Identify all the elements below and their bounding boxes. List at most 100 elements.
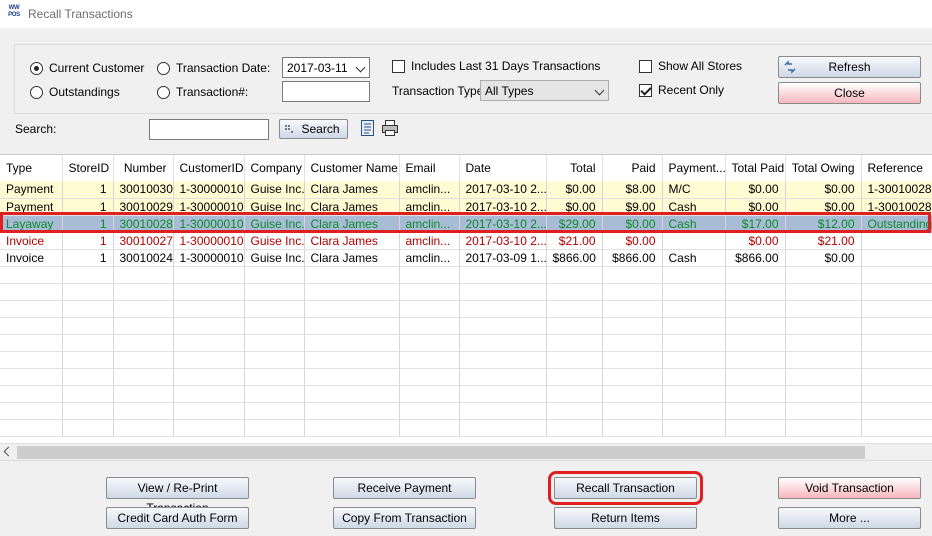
table-cell: amclin... bbox=[399, 232, 460, 250]
search-button[interactable]: Search bbox=[279, 119, 348, 139]
scroll-left-icon[interactable] bbox=[3, 446, 14, 457]
transaction-number-input[interactable] bbox=[282, 81, 370, 102]
refresh-button[interactable]: Refresh bbox=[778, 56, 921, 78]
empty-cell bbox=[173, 317, 245, 335]
column-header[interactable]: Paid bbox=[602, 155, 663, 181]
more-button[interactable]: More ... bbox=[778, 507, 921, 529]
radio-transaction-date[interactable]: Transaction Date: bbox=[157, 61, 270, 75]
empty-cell bbox=[662, 419, 726, 437]
table-row[interactable]: Payment 1 30010030 1-30000010 Guise Inc. Clar… bbox=[0, 181, 932, 199]
column-header[interactable]: Date bbox=[459, 155, 547, 181]
table-row[interactable]: Layaway 1 30010028 1-30000010 Guise Inc. Clar… bbox=[0, 215, 932, 233]
column-header[interactable]: Total Owing bbox=[785, 155, 862, 181]
table-row[interactable]: Invoice 1 30010027 1-30000010 Guise Inc. Clar… bbox=[0, 232, 932, 250]
column-header[interactable]: Company bbox=[244, 155, 305, 181]
column-header[interactable]: Email bbox=[399, 155, 460, 181]
transactions-grid[interactable]: Type StoreID Number CustomerID Company C… bbox=[0, 154, 932, 444]
table-cell: Payment bbox=[0, 198, 63, 216]
checkbox-show-all-stores[interactable]: Show All Stores bbox=[639, 59, 742, 73]
empty-cell bbox=[546, 300, 603, 318]
empty-cell bbox=[785, 334, 862, 352]
column-header[interactable]: Total Paid bbox=[725, 155, 786, 181]
table-cell: amclin... bbox=[399, 198, 460, 216]
view-reprint-button[interactable]: View / Re-Print Transaction bbox=[106, 477, 249, 515]
table-cell: 30010028 bbox=[113, 215, 174, 233]
empty-cell bbox=[459, 334, 547, 352]
column-header[interactable]: Total bbox=[546, 155, 603, 181]
empty-cell bbox=[602, 351, 663, 369]
empty-cell bbox=[785, 368, 862, 386]
column-header[interactable]: Type bbox=[0, 155, 63, 181]
column-header[interactable]: CustomerID bbox=[173, 155, 245, 181]
table-cell: $0.00 bbox=[725, 198, 786, 216]
close-button[interactable]: Close bbox=[778, 82, 921, 104]
table-cell: 2017-03-10 2... bbox=[459, 198, 547, 216]
radio-current-customer[interactable]: Current Customer bbox=[30, 61, 144, 75]
empty-cell bbox=[173, 402, 245, 420]
empty-cell bbox=[304, 266, 400, 284]
empty-cell bbox=[113, 266, 174, 284]
empty-cell bbox=[304, 283, 400, 301]
radio-transaction-number[interactable]: Transaction#: bbox=[157, 85, 248, 99]
horizontal-scrollbar[interactable] bbox=[0, 443, 932, 460]
checkbox-recent-only[interactable]: Recent Only bbox=[639, 83, 724, 97]
empty-cell bbox=[725, 283, 786, 301]
empty-cell bbox=[244, 351, 305, 369]
column-header[interactable]: Number bbox=[113, 155, 174, 181]
empty-cell bbox=[62, 300, 114, 318]
empty-cell bbox=[62, 317, 114, 335]
scrollbar-thumb[interactable] bbox=[17, 446, 865, 459]
radio-outstandings[interactable]: Outstandings bbox=[30, 85, 120, 99]
empty-row bbox=[0, 351, 932, 369]
search-input[interactable] bbox=[149, 119, 269, 140]
empty-cell bbox=[546, 317, 603, 335]
column-header[interactable]: StoreID bbox=[62, 155, 114, 181]
table-cell: $9.00 bbox=[602, 198, 663, 216]
empty-cell bbox=[785, 300, 862, 318]
return-items-button[interactable]: Return Items bbox=[554, 507, 697, 529]
empty-cell bbox=[662, 351, 726, 369]
empty-cell bbox=[725, 300, 786, 318]
table-cell: Clara James bbox=[304, 181, 400, 199]
empty-cell bbox=[304, 334, 400, 352]
empty-cell bbox=[785, 351, 862, 369]
empty-cell bbox=[0, 368, 63, 386]
empty-row bbox=[0, 266, 932, 284]
empty-cell bbox=[244, 300, 305, 318]
column-header[interactable]: Reference bbox=[861, 155, 932, 181]
empty-cell bbox=[725, 334, 786, 352]
table-row[interactable]: Invoice 1 30010024 1-30000010 Guise Inc. Clar… bbox=[0, 249, 932, 267]
column-header[interactable]: Payment... bbox=[662, 155, 726, 181]
empty-cell bbox=[546, 351, 603, 369]
table-cell: 1-30000010 bbox=[173, 215, 245, 233]
table-cell: Layaway bbox=[0, 215, 63, 233]
transaction-date-picker[interactable]: 2017-03-11 bbox=[282, 57, 370, 78]
table-cell: 1 bbox=[62, 232, 114, 250]
table-cell: 1 bbox=[62, 215, 114, 233]
title-bar: WW POS Recall Transactions bbox=[0, 0, 932, 28]
copy-from-transaction-button[interactable]: Copy From Transaction bbox=[333, 507, 476, 529]
table-cell: 30010027 bbox=[113, 232, 174, 250]
table-cell: $12.00 bbox=[785, 215, 862, 233]
empty-cell bbox=[662, 385, 726, 403]
checkbox-includes-last-31-days[interactable]: Includes Last 31 Days Transactions bbox=[392, 59, 600, 73]
table-cell: Payment bbox=[0, 181, 63, 199]
empty-cell bbox=[113, 368, 174, 386]
empty-cell bbox=[546, 385, 603, 403]
table-cell: 1-30000010 bbox=[173, 181, 245, 199]
table-cell: $0.00 bbox=[785, 249, 862, 267]
void-transaction-button[interactable]: Void Transaction bbox=[778, 477, 921, 499]
receive-payment-button[interactable]: Receive Payment bbox=[333, 477, 476, 499]
empty-cell bbox=[0, 334, 63, 352]
window-title: Recall Transactions bbox=[28, 7, 133, 21]
print-list-icon[interactable] bbox=[360, 119, 376, 137]
empty-cell bbox=[602, 402, 663, 420]
recall-transaction-button[interactable]: Recall Transaction bbox=[548, 471, 703, 505]
credit-card-auth-button[interactable]: Credit Card Auth Form bbox=[106, 507, 249, 529]
table-cell: $0.00 bbox=[546, 181, 603, 199]
transaction-type-select[interactable]: All Types bbox=[480, 80, 609, 101]
printer-icon[interactable] bbox=[381, 119, 399, 137]
table-cell: Cash bbox=[662, 249, 726, 267]
column-header[interactable]: Customer Name bbox=[304, 155, 400, 181]
table-row[interactable]: Payment 1 30010029 1-30000010 Guise Inc. Clar… bbox=[0, 198, 932, 216]
